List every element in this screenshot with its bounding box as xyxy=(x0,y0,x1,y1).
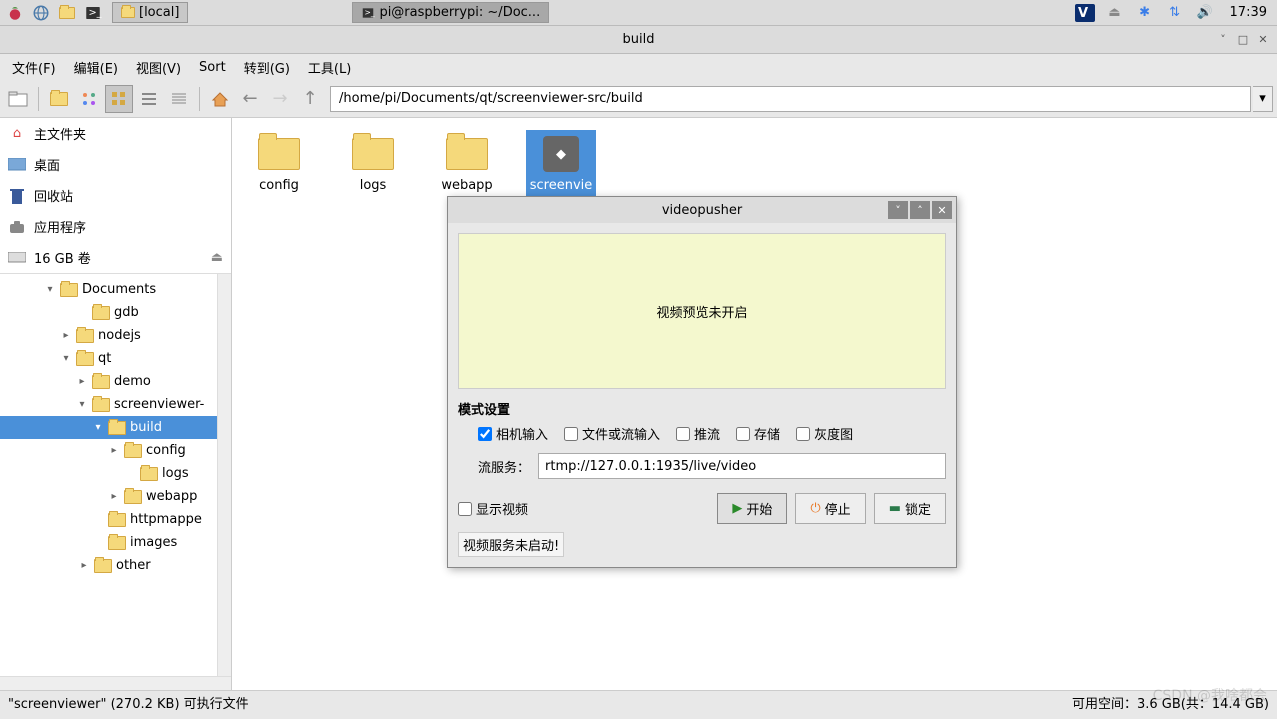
video-preview: 视频预览未开启 xyxy=(458,233,946,389)
place-desktop[interactable]: 桌面 xyxy=(0,149,231,180)
place-volume[interactable]: 16 GB 卷⏏ xyxy=(0,242,231,273)
toolbar: ← → ↑ ▾ xyxy=(0,80,1277,118)
path-input[interactable] xyxy=(330,86,1251,112)
power-icon: ⏻ xyxy=(810,501,820,516)
volume-icon[interactable]: 🔊 xyxy=(1194,2,1216,24)
tree-item-build: ▾build xyxy=(0,416,231,439)
checkbox-file-stream[interactable]: 文件或流输入 xyxy=(564,424,660,443)
minimize-icon[interactable]: ˅ xyxy=(1215,32,1231,48)
tree-scrollbar[interactable] xyxy=(217,274,231,676)
close-icon[interactable]: ✕ xyxy=(1255,32,1271,48)
filemanager-icon[interactable] xyxy=(56,2,78,24)
checkbox-camera[interactable]: 相机输入 xyxy=(478,424,548,443)
mode-settings-label: 模式设置 xyxy=(458,399,946,418)
menu-sort[interactable]: Sort xyxy=(191,56,234,79)
sidebar: ⌂主文件夹 桌面 回收站 应用程序 16 GB 卷⏏ ▾Documents gd… xyxy=(0,118,232,690)
svg-text:V: V xyxy=(1078,6,1088,21)
status-right: 可用空间：3.6 GB(共：14.4 GB) xyxy=(1072,693,1269,712)
vnc-icon[interactable]: V xyxy=(1074,2,1096,24)
path-dropdown-button[interactable]: ▾ xyxy=(1253,86,1273,112)
view-list-button[interactable] xyxy=(135,85,163,113)
taskbar-app-local[interactable]: [local] xyxy=(112,2,188,23)
view-grid-button[interactable] xyxy=(105,85,133,113)
menu-file[interactable]: 文件(F) xyxy=(4,54,64,81)
file-item-config[interactable]: config xyxy=(244,130,314,197)
folder-tree[interactable]: ▾Documents gdb ▸nodejs ▾qt ▸demo ▾screen… xyxy=(0,274,231,676)
menu-goto[interactable]: 转到(G) xyxy=(236,54,298,81)
place-apps[interactable]: 应用程序 xyxy=(0,211,231,242)
terminal-icon[interactable]: >_ xyxy=(82,2,104,24)
file-item-logs[interactable]: logs xyxy=(338,130,408,197)
new-folder-button[interactable] xyxy=(45,85,73,113)
play-icon: ▶ xyxy=(732,501,742,516)
maximize-icon[interactable]: □ xyxy=(1235,32,1251,48)
sidebar-hscroll[interactable] xyxy=(0,676,231,690)
raspberry-menu-icon[interactable] xyxy=(4,2,26,24)
view-detail-button[interactable] xyxy=(165,85,193,113)
menu-tools[interactable]: 工具(L) xyxy=(300,54,359,81)
lock-icon: ▬ xyxy=(889,501,901,516)
eject-volume-icon[interactable]: ⏏ xyxy=(211,250,223,265)
dialog-minimize-icon[interactable]: ˅ xyxy=(888,201,908,219)
forward-button[interactable]: → xyxy=(266,85,294,113)
checkbox-gray[interactable]: 灰度图 xyxy=(796,424,853,443)
clock[interactable]: 17:39 xyxy=(1224,5,1273,20)
bluetooth-icon[interactable]: ✱ xyxy=(1134,2,1156,24)
dialog-title-text: videopusher xyxy=(662,203,742,218)
file-item-screenviewer[interactable]: ◆screenvie xyxy=(526,130,596,197)
checkbox-push[interactable]: 推流 xyxy=(676,424,720,443)
new-tab-button[interactable] xyxy=(4,85,32,113)
lock-button[interactable]: ▬锁定 xyxy=(874,493,946,524)
videopusher-dialog: videopusher ˅ ˄ ✕ 视频预览未开启 模式设置 相机输入 文件或流… xyxy=(447,196,957,568)
window-titlebar: build ˅ □ ✕ xyxy=(0,26,1277,54)
start-button[interactable]: ▶开始 xyxy=(717,493,787,524)
stream-url-input[interactable] xyxy=(538,453,946,479)
dialog-maximize-icon[interactable]: ˄ xyxy=(910,201,930,219)
stop-button[interactable]: ⏻停止 xyxy=(795,493,865,524)
menu-view[interactable]: 视图(V) xyxy=(128,54,189,81)
browser-icon[interactable] xyxy=(30,2,52,24)
dialog-status: 视频服务未启动! xyxy=(458,532,564,557)
place-home[interactable]: ⌂主文件夹 xyxy=(0,118,231,149)
up-button[interactable]: ↑ xyxy=(296,85,324,113)
menubar: 文件(F) 编辑(E) 视图(V) Sort 转到(G) 工具(L) xyxy=(0,54,1277,80)
dialog-titlebar[interactable]: videopusher ˅ ˄ ✕ xyxy=(448,197,956,223)
menu-edit[interactable]: 编辑(E) xyxy=(66,54,126,81)
taskbar-app-terminal[interactable]: >_ pi@raspberrypi: ~/Doc... xyxy=(352,2,549,23)
checkbox-show-video[interactable]: 显示视频 xyxy=(458,499,528,518)
window-title-text: build xyxy=(623,32,655,47)
svg-text:>_: >_ xyxy=(89,7,102,18)
taskbar: >_ [local] >_pi@raspberrypi: ~/Doc... V … xyxy=(0,0,1277,26)
taskbar-local-label: [local] xyxy=(139,5,179,20)
eject-icon[interactable]: ⏏ xyxy=(1104,2,1126,24)
dialog-close-icon[interactable]: ✕ xyxy=(932,201,952,219)
statusbar: "screenviewer" (270.2 KB) 可执行文件 可用空间：3.6… xyxy=(0,690,1277,714)
checkbox-save[interactable]: 存储 xyxy=(736,424,780,443)
back-button[interactable]: ← xyxy=(236,85,264,113)
status-left: "screenviewer" (270.2 KB) 可执行文件 xyxy=(8,693,249,712)
network-icon[interactable]: ⇅ xyxy=(1164,2,1186,24)
svg-text:>_: >_ xyxy=(365,7,375,16)
home-button[interactable] xyxy=(206,85,234,113)
stream-service-label: 流服务： xyxy=(478,457,530,476)
place-trash[interactable]: 回收站 xyxy=(0,180,231,211)
file-item-webapp[interactable]: webapp xyxy=(432,130,502,197)
view-icons-button[interactable] xyxy=(75,85,103,113)
taskbar-terminal-label: pi@raspberrypi: ~/Doc... xyxy=(379,5,540,20)
